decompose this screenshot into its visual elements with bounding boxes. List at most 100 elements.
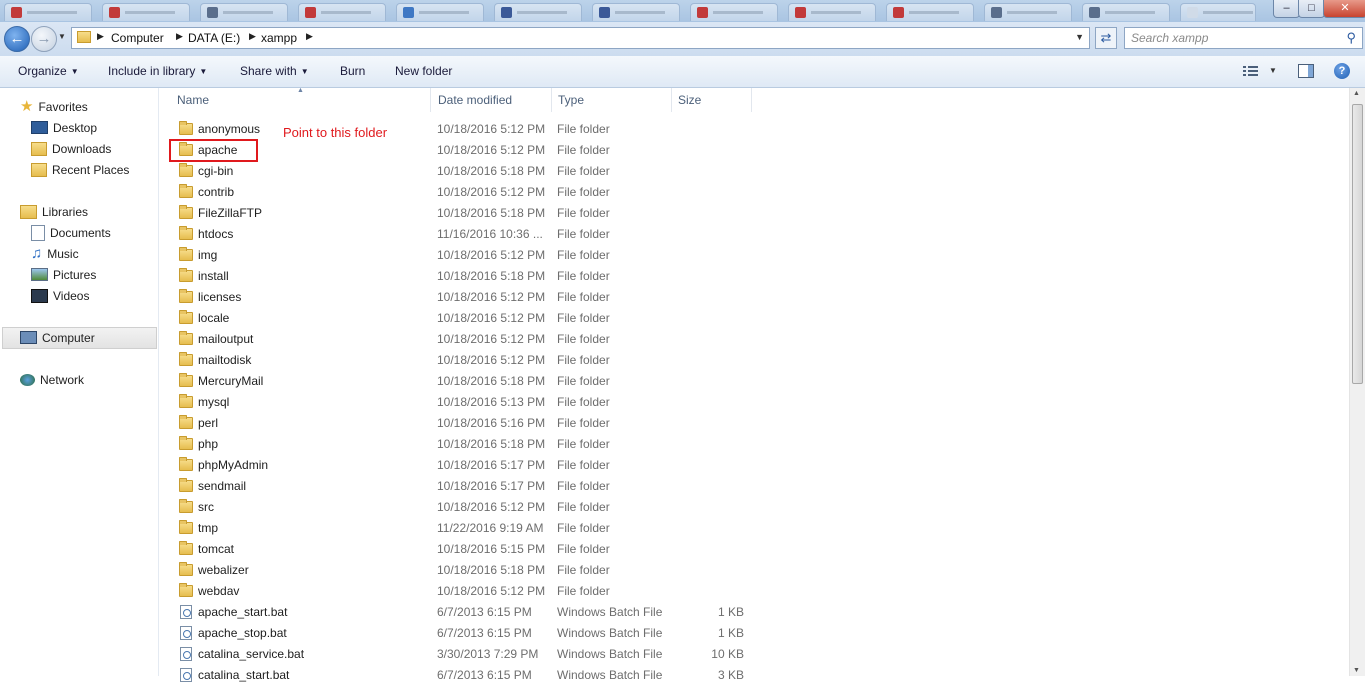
- search-icon[interactable]: ⚲: [1346, 30, 1356, 46]
- file-name: mailoutput: [198, 332, 254, 346]
- folder-row[interactable]: webdav 10/18/2016 5:12 PM File folder: [172, 581, 792, 602]
- burn-button[interactable]: Burn: [340, 64, 365, 78]
- nav-pictures[interactable]: Pictures: [31, 265, 96, 285]
- scroll-down-icon[interactable]: ▼: [1353, 667, 1360, 674]
- column-header-name[interactable]: Name ▲: [169, 87, 431, 112]
- folder-icon: [179, 415, 193, 429]
- window-tab[interactable]: [886, 3, 974, 21]
- folder-row[interactable]: src 10/18/2016 5:12 PM File folder: [172, 497, 792, 518]
- window-tab[interactable]: [298, 3, 386, 21]
- folder-icon: [179, 268, 193, 282]
- folder-row[interactable]: mysql 10/18/2016 5:13 PM File folder: [172, 392, 792, 413]
- window-tab[interactable]: [102, 3, 190, 21]
- breadcrumb-xampp[interactable]: xampp: [261, 31, 297, 45]
- forward-button[interactable]: →: [31, 26, 57, 52]
- view-chevron-down-icon[interactable]: ▼: [1269, 66, 1277, 75]
- file-date-modified: 10/18/2016 5:18 PM: [437, 563, 546, 577]
- folder-row[interactable]: locale 10/18/2016 5:12 PM File folder: [172, 308, 792, 329]
- nav-desktop[interactable]: Desktop: [31, 118, 97, 138]
- folder-row[interactable]: img 10/18/2016 5:12 PM File folder: [172, 245, 792, 266]
- organize-button[interactable]: Organize ▼: [18, 64, 79, 78]
- preview-pane-button[interactable]: [1298, 64, 1314, 78]
- breadcrumb-separator-icon[interactable]: ▶: [249, 31, 256, 42]
- refresh-button[interactable]: ⇄: [1095, 27, 1117, 49]
- window-tab[interactable]: [984, 3, 1072, 21]
- scroll-up-icon[interactable]: ▲: [1353, 90, 1360, 97]
- nav-favorites[interactable]: ★ Favorites: [20, 97, 88, 117]
- app-icon: [697, 7, 708, 18]
- folder-row[interactable]: tmp 11/22/2016 9:19 AM File folder: [172, 518, 792, 539]
- folder-row[interactable]: sendmail 10/18/2016 5:17 PM File folder: [172, 476, 792, 497]
- folder-row[interactable]: mailoutput 10/18/2016 5:12 PM File folder: [172, 329, 792, 350]
- window-tab[interactable]: [592, 3, 680, 21]
- file-type: Windows Batch File: [557, 626, 663, 640]
- folder-row[interactable]: FileZillaFTP 10/18/2016 5:18 PM File folde…: [172, 203, 792, 224]
- nav-downloads[interactable]: Downloads: [31, 139, 111, 159]
- recent-pages-chevron-icon[interactable]: ▼: [58, 32, 66, 41]
- folder-row[interactable]: webalizer 10/18/2016 5:18 PM File folder: [172, 560, 792, 581]
- share-with-button[interactable]: Share with ▼: [240, 64, 309, 78]
- window-tab[interactable]: [788, 3, 876, 21]
- breadcrumb-separator-icon[interactable]: ▶: [306, 31, 313, 42]
- folder-row[interactable]: contrib 10/18/2016 5:12 PM File folder: [172, 182, 792, 203]
- window-tab[interactable]: [200, 3, 288, 21]
- folder-row[interactable]: apache 10/18/2016 5:12 PM File folder: [172, 140, 792, 161]
- nav-network[interactable]: Network: [20, 370, 84, 390]
- folder-row[interactable]: perl 10/18/2016 5:16 PM File folder: [172, 413, 792, 434]
- folder-row[interactable]: tomcat 10/18/2016 5:15 PM File folder: [172, 539, 792, 560]
- folder-icon: [179, 541, 193, 555]
- folder-row[interactable]: licenses 10/18/2016 5:12 PM File folder: [172, 287, 792, 308]
- window-tab[interactable]: [1082, 3, 1170, 21]
- nav-recent-places[interactable]: Recent Places: [31, 160, 129, 180]
- file-row[interactable]: catalina_service.bat 3/30/2013 7:29 PM Win…: [172, 644, 792, 665]
- scrollbar-thumb[interactable]: [1352, 104, 1363, 384]
- file-name: mailtodisk: [198, 353, 252, 367]
- breadcrumb-separator-icon[interactable]: ▶: [97, 31, 104, 42]
- nav-music[interactable]: ♫ Music: [31, 244, 79, 264]
- search-input[interactable]: Search xampp ⚲: [1124, 27, 1363, 49]
- column-header-date[interactable]: Date modified: [430, 88, 552, 112]
- folder-row[interactable]: phpMyAdmin 10/18/2016 5:17 PM File folder: [172, 455, 792, 476]
- column-header-type[interactable]: Type: [550, 88, 672, 112]
- breadcrumb-separator-icon[interactable]: ▶: [176, 31, 183, 42]
- address-field[interactable]: ▶ Computer ▶ DATA (E:) ▶ xampp ▶ ▼: [71, 27, 1090, 49]
- nav-documents[interactable]: Documents: [31, 223, 111, 243]
- file-type: File folder: [557, 500, 610, 514]
- folder-icon: [179, 583, 193, 597]
- folder-row[interactable]: mailtodisk 10/18/2016 5:12 PM File folder: [172, 350, 792, 371]
- window-tab[interactable]: [690, 3, 778, 21]
- file-date-modified: 10/18/2016 5:17 PM: [437, 479, 546, 493]
- folder-row[interactable]: MercuryMail 10/18/2016 5:18 PM File folder: [172, 371, 792, 392]
- window-tab[interactable]: [4, 3, 92, 21]
- chevron-down-icon: ▼: [70, 67, 79, 76]
- vertical-scrollbar[interactable]: ▲ ▼: [1349, 88, 1365, 676]
- window-tab[interactable]: [396, 3, 484, 21]
- close-button[interactable]: ✕: [1323, 0, 1365, 18]
- file-name: catalina_service.bat: [198, 647, 305, 661]
- address-history-chevron-icon[interactable]: ▼: [1075, 32, 1084, 42]
- include-in-library-button[interactable]: Include in library ▼: [108, 64, 207, 78]
- folder-row[interactable]: htdocs 11/16/2016 10:36 ... File folder: [172, 224, 792, 245]
- nav-videos[interactable]: Videos: [31, 286, 89, 306]
- folder-row[interactable]: anonymous 10/18/2016 5:12 PM File folder: [172, 119, 792, 140]
- new-folder-button[interactable]: New folder: [395, 64, 452, 78]
- nav-computer[interactable]: Computer: [20, 328, 95, 348]
- column-header-size[interactable]: Size: [670, 88, 752, 112]
- file-row[interactable]: apache_start.bat 6/7/2013 6:15 PM Windows …: [172, 602, 792, 623]
- folder-row[interactable]: php 10/18/2016 5:18 PM File folder: [172, 434, 792, 455]
- nav-libraries[interactable]: Libraries: [20, 202, 88, 222]
- window-tab[interactable]: [1180, 3, 1256, 21]
- breadcrumb-data-drive[interactable]: DATA (E:): [188, 31, 240, 45]
- folder-row[interactable]: cgi-bin 10/18/2016 5:18 PM File folder: [172, 161, 792, 182]
- view-options-button[interactable]: [1243, 65, 1259, 77]
- help-button[interactable]: ?: [1334, 63, 1350, 79]
- minimize-button[interactable]: –: [1273, 0, 1300, 18]
- file-type: File folder: [557, 332, 610, 346]
- folder-row[interactable]: install 10/18/2016 5:18 PM File folder: [172, 266, 792, 287]
- window-tab[interactable]: [494, 3, 582, 21]
- back-button[interactable]: ←: [4, 26, 30, 52]
- file-date-modified: 10/18/2016 5:12 PM: [437, 584, 546, 598]
- maximize-button[interactable]: □: [1298, 0, 1325, 18]
- breadcrumb-computer[interactable]: Computer: [111, 31, 164, 45]
- file-row[interactable]: apache_stop.bat 6/7/2013 6:15 PM Windows B…: [172, 623, 792, 644]
